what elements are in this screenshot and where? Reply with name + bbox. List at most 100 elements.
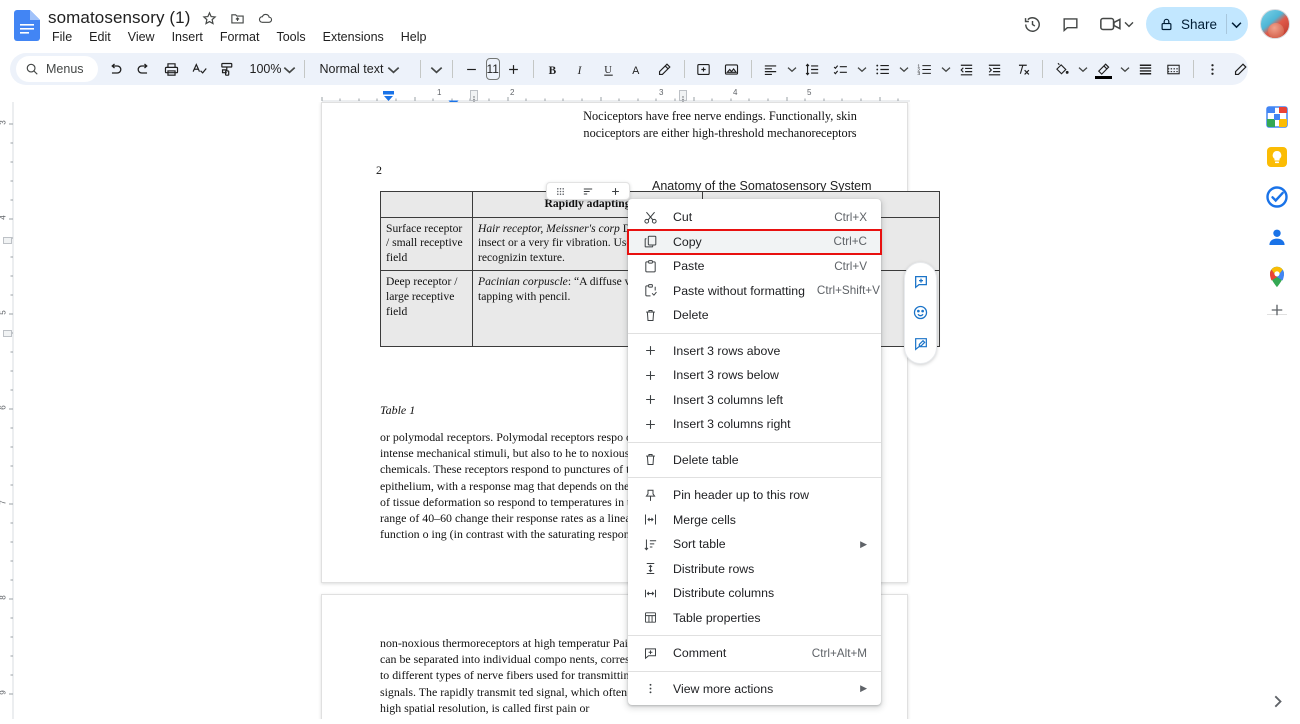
menu-format[interactable]: Format	[214, 28, 266, 46]
more-options-button[interactable]	[1199, 55, 1227, 83]
numbered-list-button[interactable]: 123	[911, 55, 939, 83]
menu-item-comment[interactable]: Comment Ctrl+Alt+M	[628, 641, 881, 666]
menu-item-view-more-actions[interactable]: View more actions ▶	[628, 677, 881, 702]
fill-color-dropdown-icon[interactable]	[1076, 55, 1090, 83]
paragraph-style-control[interactable]: Normal text	[310, 56, 415, 82]
menu-item-insert-columns-right[interactable]: Insert 3 columns right	[628, 412, 881, 437]
text-color-dropdown-icon[interactable]	[1118, 55, 1132, 83]
google-contacts-icon[interactable]	[1265, 225, 1289, 249]
table-header-cell-0[interactable]	[380, 191, 473, 218]
top-margin-handle[interactable]	[3, 237, 12, 244]
menu-item-paste[interactable]: Paste Ctrl+V	[628, 254, 881, 279]
print-button[interactable]	[158, 55, 186, 83]
add-on-plus-icon[interactable]	[1265, 298, 1289, 322]
bulleted-list-dropdown-icon[interactable]	[897, 55, 911, 83]
menu-extensions[interactable]: Extensions	[317, 28, 390, 46]
move-to-folder-icon[interactable]	[228, 9, 246, 27]
decrease-font-size-button[interactable]	[458, 55, 486, 83]
open-comment-history-icon[interactable]	[1054, 7, 1088, 41]
table-cell-label-1[interactable]: Deep receptor / large receptive field	[380, 270, 473, 348]
align-button[interactable]	[757, 55, 785, 83]
user-avatar[interactable]	[1260, 9, 1290, 39]
menu-item-delete-table[interactable]: Delete table	[628, 448, 881, 473]
table-cell-label-0[interactable]: Surface receptor / small receptive field	[380, 216, 473, 272]
bottom-margin-handle[interactable]	[3, 330, 12, 337]
suggest-edit-icon[interactable]	[910, 333, 932, 355]
add-emoji-reaction-icon[interactable]	[910, 302, 932, 324]
search-menus-button[interactable]: Menus	[16, 56, 98, 82]
meet-call-button[interactable]	[1092, 7, 1138, 41]
line-spacing-button[interactable]	[799, 55, 827, 83]
version-history-icon[interactable]	[1016, 7, 1050, 41]
borders-button[interactable]	[1132, 55, 1160, 83]
underline-button[interactable]: U	[595, 55, 623, 83]
menu-item-insert-rows-above[interactable]: Insert 3 rows above	[628, 339, 881, 364]
increase-font-size-button[interactable]	[500, 55, 528, 83]
google-maps-icon[interactable]	[1265, 265, 1289, 289]
fill-color-button[interactable]	[1048, 55, 1076, 83]
decrease-indent-button[interactable]	[953, 55, 981, 83]
spelling-check-button[interactable]	[186, 55, 214, 83]
table-floating-controls[interactable]	[546, 182, 630, 200]
zoom-value: 100%	[249, 62, 282, 76]
google-calendar-icon[interactable]	[1265, 105, 1289, 129]
italic-button[interactable]: I	[567, 55, 595, 83]
menu-item-sort-table[interactable]: Sort table ▶	[628, 532, 881, 557]
menu-item-distribute-columns[interactable]: Distribute columns	[628, 581, 881, 606]
menu-help[interactable]: Help	[395, 28, 433, 46]
paint-format-button[interactable]	[214, 55, 242, 83]
menu-item-paste-without-formatting[interactable]: Paste without formatting Ctrl+Shift+V	[628, 279, 881, 304]
vertical-ruler[interactable]: 3 4 5 6 7 8 9	[0, 102, 14, 719]
insert-link-button[interactable]	[690, 55, 718, 83]
border-style-button[interactable]	[1160, 55, 1188, 83]
bulleted-list-button[interactable]	[869, 55, 897, 83]
add-row-plus-icon[interactable]	[611, 187, 620, 196]
zoom-control[interactable]: 100%	[242, 56, 299, 82]
menu-tools[interactable]: Tools	[270, 28, 311, 46]
menu-insert[interactable]: Insert	[166, 28, 209, 46]
font-size-input[interactable]: 11	[485, 58, 500, 80]
google-tasks-icon[interactable]	[1265, 185, 1289, 209]
chevron-right-icon[interactable]	[1267, 691, 1287, 711]
table-options-icon[interactable]	[583, 187, 593, 196]
add-comment-icon[interactable]	[910, 271, 932, 293]
menu-item-copy[interactable]: Copy Ctrl+C	[627, 228, 882, 255]
menu-file[interactable]: File	[46, 28, 78, 46]
menu-item-merge-cells[interactable]: Merge cells	[628, 508, 881, 533]
menu-item-table-properties[interactable]: Table properties	[628, 606, 881, 631]
drag-table-handle-icon[interactable]	[556, 187, 565, 196]
menu-edit[interactable]: Edit	[83, 28, 117, 46]
checklist-button[interactable]	[827, 55, 855, 83]
horizontal-ruler[interactable]: 1 2 3 4 5 6 7	[0, 88, 1254, 107]
document-title[interactable]: somatosensory (1)	[48, 8, 190, 28]
left-margin-handle[interactable]	[470, 90, 478, 103]
google-keep-icon[interactable]	[1265, 145, 1289, 169]
checklist-dropdown-icon[interactable]	[855, 55, 869, 83]
text-color-button[interactable]: A	[623, 55, 651, 83]
text-color-button-2[interactable]	[1090, 55, 1118, 83]
font-family-control[interactable]	[426, 56, 447, 82]
highlight-color-button[interactable]	[651, 55, 679, 83]
right-margin-handle[interactable]	[679, 90, 687, 103]
editing-mode-button[interactable]	[1227, 55, 1255, 83]
undo-button[interactable]	[102, 55, 130, 83]
menu-item-cut[interactable]: Cut Ctrl+X	[628, 205, 881, 230]
bold-button[interactable]: B	[539, 55, 567, 83]
menu-item-insert-rows-below[interactable]: Insert 3 rows below	[628, 363, 881, 388]
clear-formatting-button[interactable]	[1009, 55, 1037, 83]
menu-item-pin-header[interactable]: Pin header up to this row	[628, 483, 881, 508]
cloud-saved-icon[interactable]	[256, 9, 274, 27]
menu-view[interactable]: View	[122, 28, 161, 46]
align-dropdown-icon[interactable]	[785, 55, 799, 83]
menu-item-label: Paste	[673, 259, 705, 274]
delete-icon	[641, 306, 659, 324]
menu-item-delete[interactable]: Delete	[628, 303, 881, 328]
menu-item-insert-columns-left[interactable]: Insert 3 columns left	[628, 388, 881, 413]
share-button[interactable]: Share	[1145, 7, 1248, 41]
numbered-list-dropdown-icon[interactable]	[939, 55, 953, 83]
insert-image-button[interactable]	[718, 55, 746, 83]
star-icon[interactable]	[200, 9, 218, 27]
menu-item-distribute-rows[interactable]: Distribute rows	[628, 557, 881, 582]
increase-indent-button[interactable]	[981, 55, 1009, 83]
redo-button[interactable]	[130, 55, 158, 83]
